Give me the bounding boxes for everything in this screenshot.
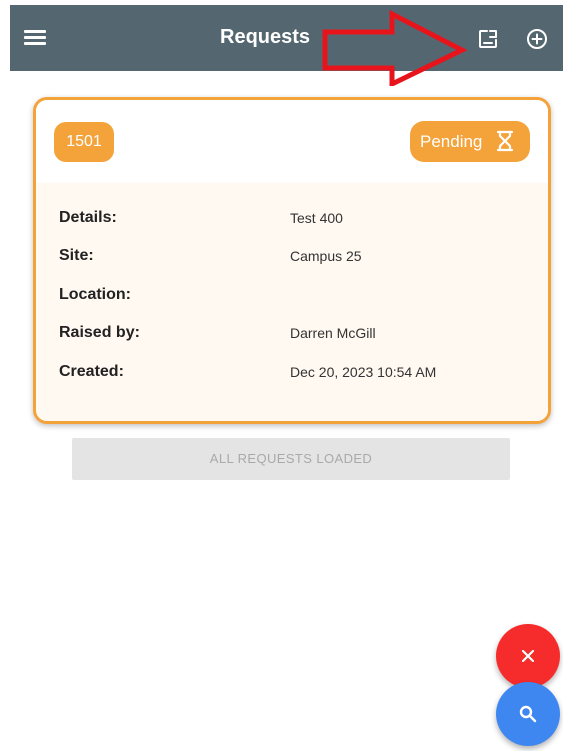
report-icon[interactable]	[476, 27, 500, 51]
add-circle-icon[interactable]	[525, 27, 549, 51]
close-icon	[521, 649, 535, 663]
search-fab[interactable]	[496, 682, 560, 746]
search-icon	[519, 705, 537, 723]
top-app-bar: Requests	[10, 5, 563, 71]
raised-by-value: Darren McGill	[290, 325, 376, 341]
all-requests-loaded-button: ALL REQUESTS LOADED	[72, 438, 510, 480]
request-card-body: Details: Test 400 Site: Campus 25 Locati…	[36, 183, 548, 421]
site-value: Campus 25	[290, 248, 362, 264]
request-card[interactable]: 1501 Pending Details: Test 400 Site: Cam…	[33, 97, 551, 424]
hourglass-icon	[496, 130, 514, 152]
menu-icon[interactable]	[24, 28, 46, 48]
status-badge: Pending	[410, 121, 530, 162]
red-arrow-annotation	[322, 10, 468, 86]
request-card-header: 1501 Pending	[36, 100, 548, 183]
raised-by-label: Raised by:	[59, 324, 140, 341]
request-id-badge: 1501	[54, 122, 114, 162]
status-label: Pending	[420, 132, 483, 151]
created-label: Created:	[59, 363, 124, 380]
location-label: Location:	[59, 286, 131, 303]
created-value: Dec 20, 2023 10:54 AM	[290, 364, 437, 380]
details-value: Test 400	[290, 210, 343, 226]
site-label: Site:	[59, 247, 94, 264]
page-title: Requests	[220, 26, 311, 48]
details-label: Details:	[59, 209, 117, 226]
close-fab[interactable]	[496, 624, 560, 688]
